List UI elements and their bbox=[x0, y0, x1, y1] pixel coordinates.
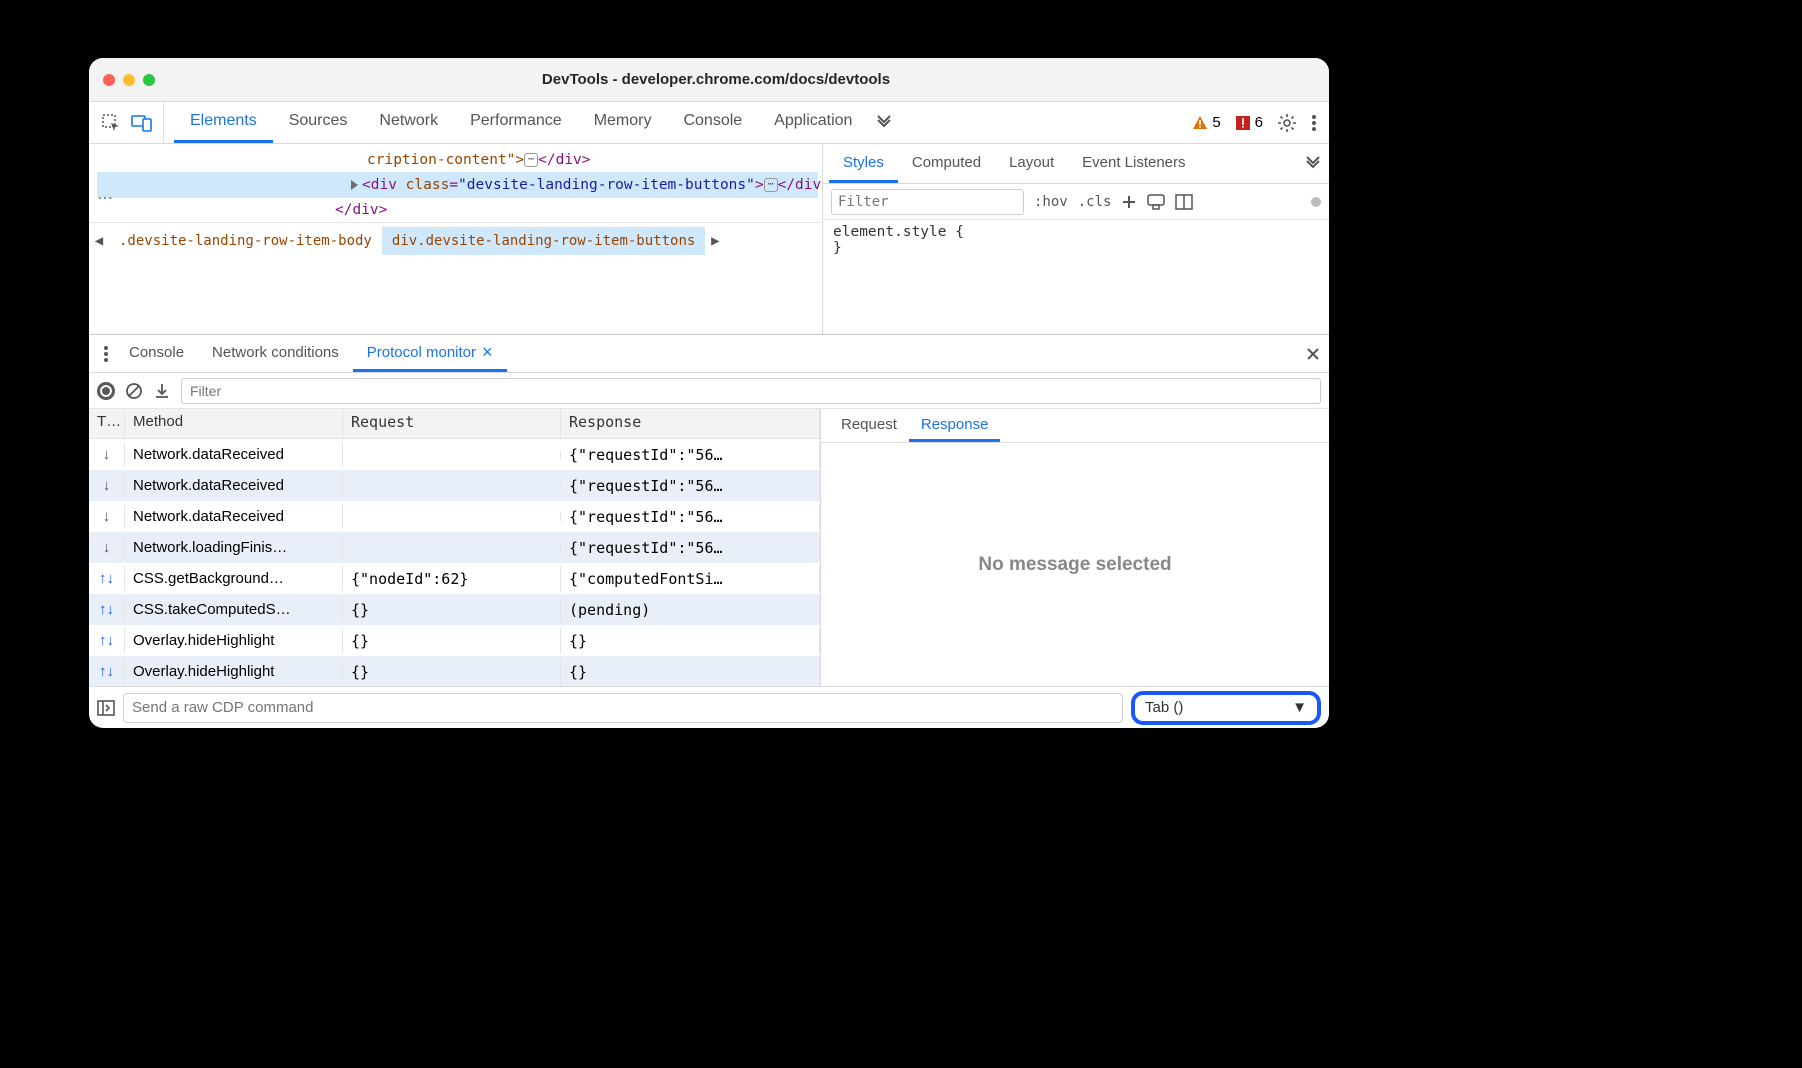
breadcrumb-prev-icon[interactable]: ◀ bbox=[89, 233, 109, 249]
table-row[interactable]: ↓Network.loadingFinis…{"requestId":"56… bbox=[89, 532, 820, 563]
drawer-kebab-icon[interactable] bbox=[97, 345, 115, 363]
clear-icon[interactable] bbox=[125, 382, 143, 400]
errors-count: 6 bbox=[1255, 114, 1263, 131]
protocol-detail-tabs: RequestResponse bbox=[821, 409, 1329, 443]
drawer-tab-protocol-monitor[interactable]: Protocol monitor× bbox=[353, 335, 507, 372]
chevron-down-icon: ▼ bbox=[1292, 699, 1307, 716]
table-row[interactable]: ↑↓Overlay.hideHighlight{}{} bbox=[89, 625, 820, 656]
errors-badge[interactable]: 6 bbox=[1235, 114, 1263, 131]
table-row[interactable]: ↓Network.dataReceived{"requestId":"56… bbox=[89, 439, 820, 470]
direction-icon: ↑↓ bbox=[89, 659, 125, 684]
collapsed-icon[interactable]: ⋯ bbox=[764, 178, 778, 192]
protocol-table-header: T… Method Request Response bbox=[89, 409, 820, 439]
main-toolbar: ElementsSourcesNetworkPerformanceMemoryC… bbox=[89, 102, 1329, 144]
styles-pane: StylesComputedLayoutEvent Listeners :hov… bbox=[823, 144, 1329, 334]
styles-more-tabs-icon[interactable] bbox=[1303, 154, 1323, 174]
protocol-table: T… Method Request Response ↓Network.data… bbox=[89, 409, 821, 686]
dom-overflow-icon[interactable]: ⋯ bbox=[97, 188, 113, 208]
close-window-button[interactable] bbox=[103, 74, 115, 86]
tab-memory[interactable]: Memory bbox=[578, 102, 668, 143]
table-row[interactable]: ↓Network.dataReceived{"requestId":"56… bbox=[89, 470, 820, 501]
more-tabs-icon[interactable] bbox=[874, 113, 894, 133]
breadcrumbs: ◀ .devsite-landing-row-item-body div.dev… bbox=[89, 222, 822, 258]
target-label: Tab () bbox=[1145, 699, 1183, 716]
settings-icon[interactable] bbox=[1277, 113, 1297, 133]
styles-tab-event-listeners[interactable]: Event Listeners bbox=[1068, 144, 1199, 183]
drawer-footer: Tab () ▼ bbox=[89, 686, 1329, 728]
protocol-detail-empty: No message selected bbox=[821, 443, 1329, 686]
save-icon[interactable] bbox=[153, 382, 171, 400]
expand-triangle-icon[interactable] bbox=[351, 180, 358, 190]
table-row[interactable]: ↑↓CSS.takeComputedS…{}(pending) bbox=[89, 594, 820, 625]
protocol-toolbar bbox=[89, 373, 1329, 409]
new-style-rule-icon[interactable] bbox=[1121, 194, 1137, 210]
cdp-command-input[interactable] bbox=[123, 693, 1123, 723]
window-title: DevTools - developer.chrome.com/docs/dev… bbox=[117, 71, 1315, 88]
hov-toggle[interactable]: :hov bbox=[1034, 194, 1068, 210]
collapsed-icon[interactable]: ⋯ bbox=[524, 153, 538, 167]
direction-icon: ↓ bbox=[89, 535, 125, 560]
tab-sources[interactable]: Sources bbox=[273, 102, 364, 143]
toggle-sidebar-icon[interactable] bbox=[97, 699, 115, 717]
target-select[interactable]: Tab () ▼ bbox=[1131, 691, 1321, 725]
cls-toggle[interactable]: .cls bbox=[1078, 194, 1112, 210]
protocol-filter-input[interactable] bbox=[181, 378, 1321, 404]
dom-tree[interactable]: cription-content">⋯</div> <div class="de… bbox=[89, 144, 822, 222]
styles-tab-computed[interactable]: Computed bbox=[898, 144, 995, 183]
col-response[interactable]: Response bbox=[561, 409, 820, 438]
tab-network[interactable]: Network bbox=[363, 102, 454, 143]
styles-tabs: StylesComputedLayoutEvent Listeners bbox=[823, 144, 1329, 184]
direction-icon: ↑↓ bbox=[89, 566, 125, 591]
elements-panel: cription-content">⋯</div> <div class="de… bbox=[89, 144, 1329, 334]
col-type[interactable]: T… bbox=[89, 409, 125, 438]
table-row[interactable]: ↑↓CSS.getBackground…{"nodeId":62}{"compu… bbox=[89, 563, 820, 594]
device-toolbar-icon[interactable] bbox=[131, 113, 153, 133]
drawer-tabs: ConsoleNetwork conditionsProtocol monito… bbox=[89, 335, 1329, 373]
breadcrumb-item[interactable]: .devsite-landing-row-item-body bbox=[109, 227, 382, 255]
drawer-tab-console[interactable]: Console bbox=[115, 335, 198, 372]
table-row[interactable]: ↑↓Overlay.hideHighlight{}{} bbox=[89, 656, 820, 686]
tab-performance[interactable]: Performance bbox=[454, 102, 578, 143]
col-method[interactable]: Method bbox=[125, 409, 343, 438]
main-tabs: ElementsSourcesNetworkPerformanceMemoryC… bbox=[174, 102, 868, 143]
drawer: ConsoleNetwork conditionsProtocol monito… bbox=[89, 334, 1329, 728]
protocol-body: T… Method Request Response ↓Network.data… bbox=[89, 409, 1329, 686]
close-drawer-icon[interactable] bbox=[1305, 346, 1321, 362]
titlebar: DevTools - developer.chrome.com/docs/dev… bbox=[89, 58, 1329, 102]
col-request[interactable]: Request bbox=[343, 409, 561, 438]
tab-console[interactable]: Console bbox=[667, 102, 758, 143]
detail-tab-request[interactable]: Request bbox=[829, 409, 909, 442]
protocol-rows[interactable]: ↓Network.dataReceived{"requestId":"56…↓N… bbox=[89, 439, 820, 686]
styles-body[interactable]: element.style { } bbox=[823, 220, 1329, 260]
tab-application[interactable]: Application bbox=[758, 102, 868, 143]
detail-tab-response[interactable]: Response bbox=[909, 409, 1001, 442]
drawer-tab-network-conditions[interactable]: Network conditions bbox=[198, 335, 353, 372]
direction-icon: ↓ bbox=[89, 442, 125, 467]
breadcrumb-next-icon[interactable]: ▶ bbox=[705, 233, 725, 249]
record-icon[interactable] bbox=[97, 382, 115, 400]
flexbox-editor-icon[interactable] bbox=[1147, 194, 1165, 210]
direction-icon: ↓ bbox=[89, 504, 125, 529]
protocol-detail: RequestResponse No message selected bbox=[821, 409, 1329, 686]
warnings-badge[interactable]: 5 bbox=[1192, 114, 1220, 131]
styles-tab-styles[interactable]: Styles bbox=[829, 144, 898, 183]
table-row[interactable]: ↓Network.dataReceived{"requestId":"56… bbox=[89, 501, 820, 532]
close-tab-icon[interactable]: × bbox=[482, 342, 493, 363]
styles-toolbar: :hov .cls bbox=[823, 184, 1329, 220]
breadcrumb-item-selected[interactable]: div.devsite-landing-row-item-buttons bbox=[382, 227, 705, 255]
dom-side: cription-content">⋯</div> <div class="de… bbox=[89, 144, 823, 334]
tab-elements[interactable]: Elements bbox=[174, 102, 273, 143]
direction-icon: ↑↓ bbox=[89, 628, 125, 653]
kebab-menu-icon[interactable] bbox=[1311, 113, 1317, 133]
warnings-count: 5 bbox=[1212, 114, 1220, 131]
devtools-window: DevTools - developer.chrome.com/docs/dev… bbox=[89, 58, 1329, 728]
computed-panel-icon[interactable] bbox=[1175, 194, 1193, 210]
inspect-element-icon[interactable] bbox=[101, 113, 121, 133]
direction-icon: ↑↓ bbox=[89, 597, 125, 622]
styles-filter-input[interactable] bbox=[831, 189, 1024, 215]
styles-tab-layout[interactable]: Layout bbox=[995, 144, 1068, 183]
direction-icon: ↓ bbox=[89, 473, 125, 498]
scroll-indicator bbox=[1311, 197, 1321, 207]
